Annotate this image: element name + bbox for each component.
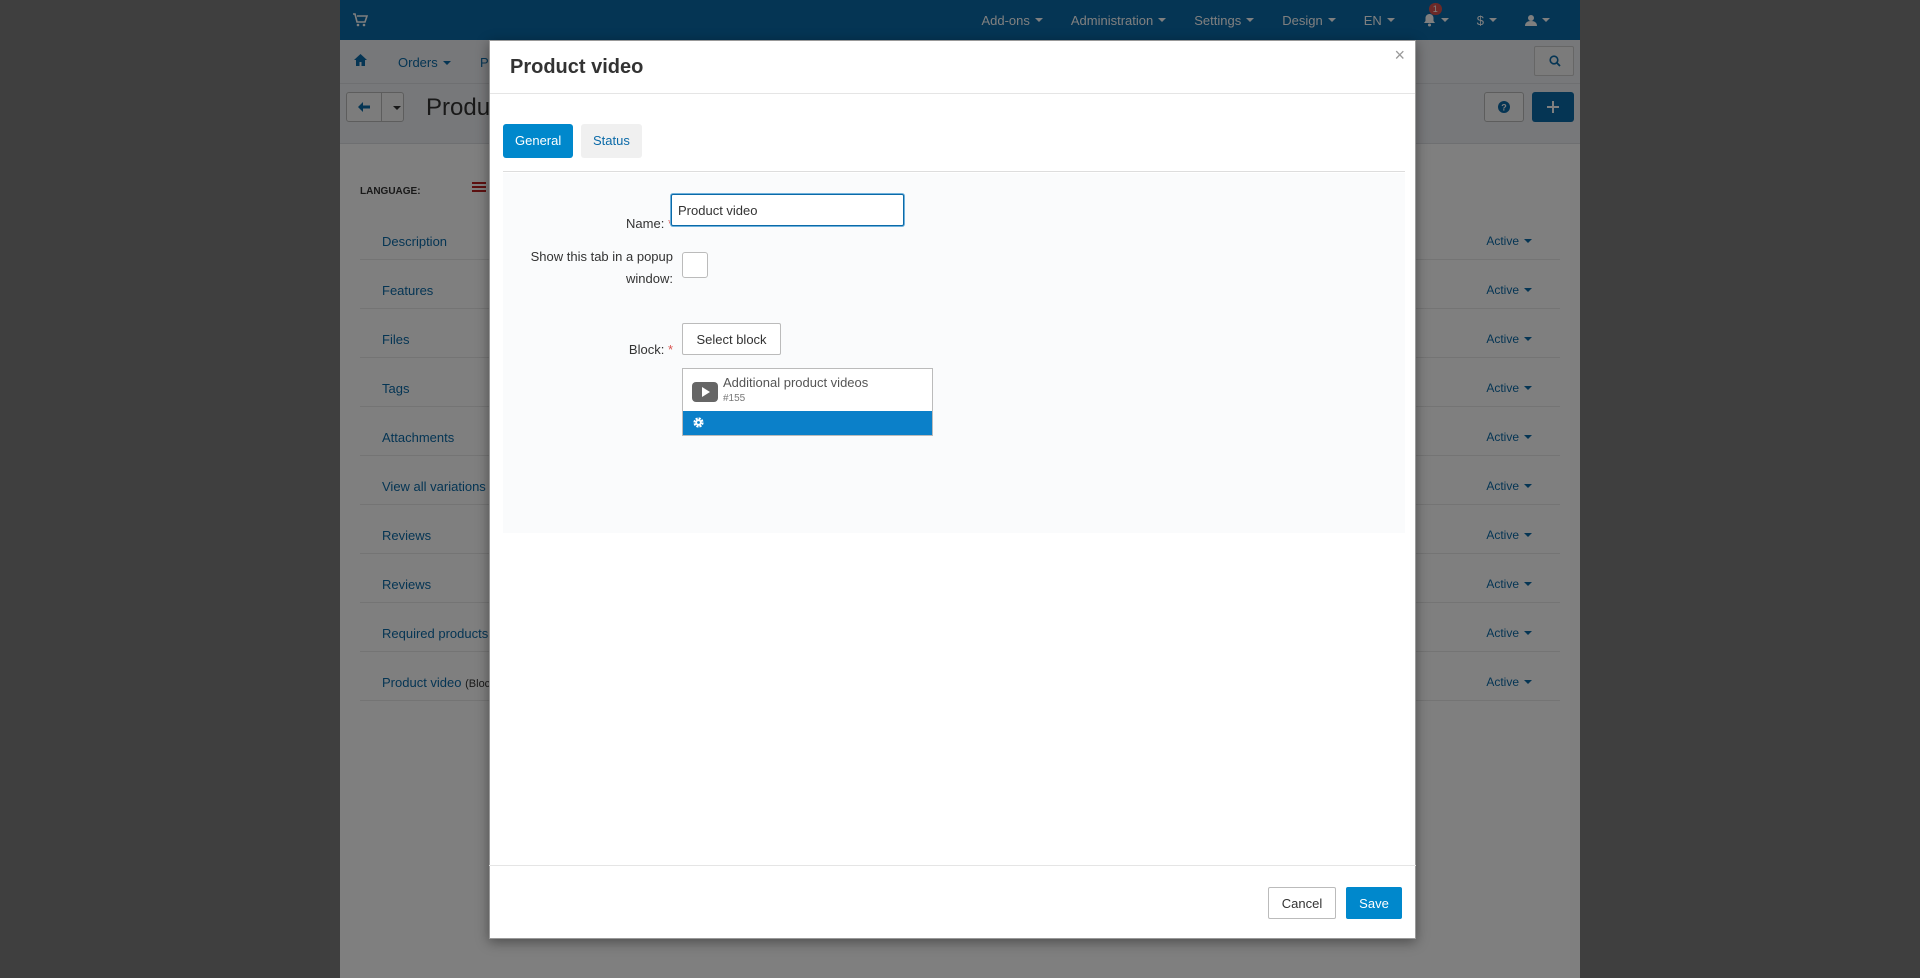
- name-label: Name: *: [626, 216, 673, 231]
- block-name: Additional product videos: [723, 375, 869, 390]
- dialog-header: Product video ×: [490, 41, 1415, 94]
- product-tab-dialog: Product video × General Status Name: * S…: [489, 40, 1416, 939]
- dialog-tabs: General Status: [503, 124, 1405, 172]
- dialog-title: Product video: [510, 56, 644, 78]
- dialog-footer: Cancel Save: [489, 865, 1416, 939]
- tab-general[interactable]: General: [503, 124, 574, 158]
- popup-checkbox[interactable]: [682, 252, 708, 278]
- tab-status[interactable]: Status: [581, 124, 642, 158]
- dialog-body: Name: * Show this tab in a popup window:…: [503, 173, 1405, 533]
- block-id: #155: [723, 393, 746, 404]
- cancel-button[interactable]: Cancel: [1268, 887, 1336, 919]
- name-input[interactable]: [671, 194, 904, 226]
- popup-label: Show this tab in a popup window:: [530, 249, 673, 286]
- gear-icon[interactable]: [692, 416, 705, 429]
- save-button[interactable]: Save: [1346, 887, 1402, 919]
- close-icon[interactable]: ×: [1394, 45, 1405, 66]
- selected-block-card: Additional product videos #155: [682, 368, 933, 436]
- select-block-button[interactable]: Select block: [682, 323, 781, 355]
- block-actions-bar: [683, 411, 932, 435]
- video-play-icon: [692, 382, 718, 402]
- block-label: Block: *: [628, 342, 673, 357]
